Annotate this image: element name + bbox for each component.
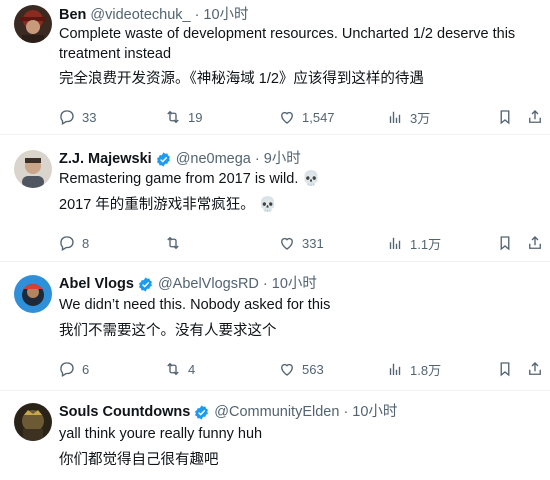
- view-count: 3万: [410, 110, 431, 126]
- timestamp[interactable]: 10小时: [203, 5, 248, 25]
- reply-count: 8: [82, 235, 90, 251]
- author-handle[interactable]: @ne0mega: [176, 149, 251, 169]
- author-handle[interactable]: @videotechuk_: [90, 5, 190, 25]
- author-handle[interactable]: @AbelVlogsRD: [158, 274, 259, 294]
- verified-badge-icon: [156, 151, 170, 167]
- retweet-icon: [167, 362, 179, 376]
- bookmark-icon: [500, 110, 510, 125]
- view-count: 1.1万: [410, 236, 442, 252]
- translated-text: 完全浪费开发资源。《神秘海域 1/2》应该得到这样的待遇: [59, 71, 424, 87]
- tweet-text: yall think youre really funny huh: [59, 426, 263, 442]
- retweet-icon: [167, 110, 179, 124]
- avatar[interactable]: [14, 403, 52, 441]
- bookmark-button[interactable]: [496, 358, 514, 380]
- author-name[interactable]: Souls Countdowns: [59, 402, 190, 422]
- like-button[interactable]: 331: [278, 232, 324, 254]
- tweet-text: Complete waste of development resources.…: [59, 26, 516, 62]
- reply-icon: [60, 236, 74, 251]
- view-count: 1.8万: [410, 362, 442, 378]
- action-bar: 6 4 563 1.8万: [56, 358, 541, 380]
- author-name[interactable]: Z.J. Majewski: [59, 149, 152, 169]
- tweet[interactable]: Z.J. Majewski @ne0mega · 9小时 Remastering…: [0, 135, 550, 262]
- retweet-count: 19: [188, 109, 203, 125]
- separator-dot: ·: [262, 276, 268, 292]
- retweet-button[interactable]: 4: [164, 358, 195, 380]
- separator-dot: ·: [194, 7, 200, 23]
- like-button[interactable]: 563: [278, 358, 324, 380]
- timestamp[interactable]: 9小时: [264, 149, 301, 169]
- author-name[interactable]: Ben: [59, 5, 86, 25]
- reply-icon: [60, 362, 74, 377]
- like-count: 331: [302, 235, 324, 251]
- retweet-icon: [167, 236, 179, 250]
- retweet-count: 4: [188, 361, 196, 377]
- bookmark-button[interactable]: [496, 106, 514, 128]
- verified-badge-icon: [195, 404, 209, 420]
- views-icon: [389, 111, 401, 123]
- tweet-text: We didn’t need this. Nobody asked for th…: [59, 297, 331, 313]
- translated-text: 我们不需要这个。没有人要求这个: [59, 323, 277, 339]
- share-button[interactable]: [526, 358, 544, 380]
- like-count: 563: [302, 361, 324, 377]
- heart-icon: [281, 363, 293, 376]
- share-icon: [529, 362, 541, 375]
- tweet-header: Abel Vlogs @AbelVlogsRD · 10小时: [59, 274, 317, 294]
- timestamp[interactable]: 10小时: [352, 402, 397, 422]
- retweet-button[interactable]: [164, 232, 188, 254]
- views-icon: [389, 363, 401, 375]
- action-bar: 8 331 1.1万: [56, 232, 541, 254]
- reply-count: 33: [82, 109, 97, 125]
- separator-dot: ·: [343, 404, 349, 420]
- translated-text: 你们都觉得自己很有趣吧: [59, 452, 219, 468]
- retweet-button[interactable]: 19: [164, 106, 202, 128]
- tweet-text: Remastering game from 2017 is wild. 💀: [59, 171, 321, 187]
- share-icon: [529, 110, 541, 123]
- action-bar: 33 19 1,547 3万: [56, 106, 541, 128]
- reply-count: 6: [82, 361, 90, 377]
- views-button[interactable]: 1.8万: [386, 358, 441, 380]
- bookmark-icon: [500, 236, 510, 251]
- avatar[interactable]: [14, 275, 52, 313]
- share-button[interactable]: [526, 106, 544, 128]
- reply-button[interactable]: 33: [58, 106, 96, 128]
- reply-button[interactable]: 6: [58, 358, 89, 380]
- tweet-header: Z.J. Majewski @ne0mega · 9小时: [59, 149, 301, 169]
- author-handle[interactable]: @CommunityElden: [214, 402, 339, 422]
- like-button[interactable]: 1,547: [278, 106, 335, 128]
- views-button[interactable]: 3万: [386, 106, 430, 128]
- timestamp[interactable]: 10小时: [272, 274, 317, 294]
- bookmark-icon: [500, 362, 510, 377]
- tweet[interactable]: Souls Countdowns @CommunityElden · 10小时 …: [0, 391, 550, 480]
- like-count: 1,547: [302, 109, 335, 125]
- share-icon: [529, 236, 541, 249]
- bookmark-button[interactable]: [496, 232, 514, 254]
- author-name[interactable]: Abel Vlogs: [59, 274, 134, 294]
- reply-icon: [60, 110, 74, 125]
- share-button[interactable]: [526, 232, 544, 254]
- tweet-header: Ben @videotechuk_ · 10小时: [59, 5, 249, 25]
- separator-dot: ·: [254, 151, 260, 167]
- tweet-header: Souls Countdowns @CommunityElden · 10小时: [59, 402, 397, 422]
- heart-icon: [281, 237, 293, 250]
- avatar[interactable]: [14, 150, 52, 188]
- tweet[interactable]: Ben @videotechuk_ · 10小时 Complete waste …: [0, 0, 550, 135]
- views-icon: [389, 237, 401, 249]
- verified-badge-icon: [139, 276, 152, 292]
- views-button[interactable]: 1.1万: [386, 232, 441, 254]
- translated-text: 2017 年的重制游戏非常疯狂。 💀: [59, 197, 277, 213]
- tweet[interactable]: Abel Vlogs @AbelVlogsRD · 10小时 We didn’t…: [0, 262, 550, 391]
- avatar[interactable]: [14, 5, 52, 43]
- heart-icon: [281, 111, 293, 124]
- reply-button[interactable]: 8: [58, 232, 89, 254]
- reply-feed: Ben @videotechuk_ · 10小时 Complete waste …: [0, 0, 550, 480]
